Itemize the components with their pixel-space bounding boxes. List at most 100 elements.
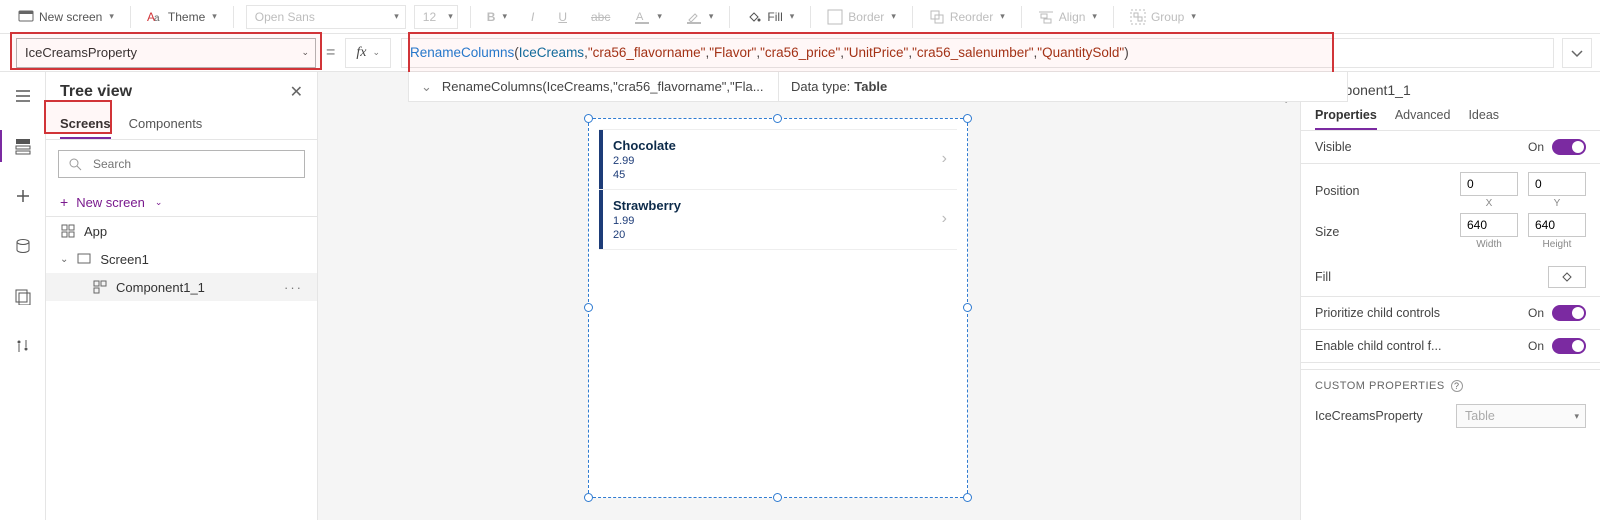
rail-hamburger[interactable] <box>9 82 37 110</box>
main-area: Tree view ✕ Screens Components + New scr… <box>0 72 1600 520</box>
theme-button[interactable]: Aa Theme ▾ <box>143 6 221 28</box>
gallery-row[interactable]: Strawberry 1.99 20 › <box>599 190 957 250</box>
tab-properties[interactable]: Properties <box>1315 102 1377 130</box>
tree-search[interactable] <box>58 150 305 178</box>
formula-input[interactable]: RenameColumns(IceCreams,"cra56_flavornam… <box>401 38 1554 68</box>
formula-hint-bar: ⌄ RenameColumns(IceCreams,"cra56_flavorn… <box>408 72 1348 102</box>
resize-handle[interactable] <box>773 114 782 123</box>
prop-prioritize-label: Prioritize child controls <box>1315 306 1440 320</box>
chevron-down-icon: ▾ <box>448 11 453 22</box>
canvas[interactable]: Chocolate 2.99 45 › Strawberry 1.99 20 ›… <box>318 72 1300 520</box>
chevron-right-icon[interactable]: › <box>942 150 947 168</box>
font-family-select[interactable]: Open Sans ▾ <box>246 5 406 29</box>
custom-prop-type-select[interactable]: Table ▾ <box>1456 404 1586 428</box>
theme-icon: Aa <box>147 9 163 25</box>
fill-swatch[interactable] <box>1548 266 1586 288</box>
resize-handle[interactable] <box>773 493 782 502</box>
strike-button[interactable]: abc <box>587 7 614 27</box>
tree-item-app[interactable]: App <box>46 217 317 245</box>
highlight-button[interactable]: ▾ <box>682 6 718 28</box>
rail-insert[interactable] <box>9 182 37 210</box>
more-icon[interactable]: ··· <box>284 280 303 295</box>
reorder-button[interactable]: Reorder ▾ <box>925 6 1009 28</box>
new-screen-label: New screen <box>76 195 145 210</box>
tree-item-screen1[interactable]: ⌄ Screen1 <box>46 245 317 273</box>
italic-button[interactable]: I <box>527 7 538 27</box>
font-family-value: Open Sans <box>255 10 315 24</box>
position-y-input[interactable] <box>1528 172 1586 196</box>
font-size-select[interactable]: 12 ▾ <box>414 5 458 29</box>
formula-expand-button[interactable] <box>1562 38 1592 68</box>
prop-enable-child-label: Enable child control f... <box>1315 339 1441 353</box>
prioritize-toggle[interactable] <box>1552 305 1586 321</box>
position-x-input[interactable] <box>1460 172 1518 196</box>
svg-text:a: a <box>154 13 160 24</box>
new-screen-button[interactable]: New screen ▾ <box>14 6 118 28</box>
border-button[interactable]: Border ▾ <box>823 6 900 28</box>
width-label: Width <box>1476 239 1502 250</box>
prop-position-label: Position <box>1315 184 1359 198</box>
chevron-down-icon: ▾ <box>1574 411 1579 422</box>
fx-label: fx <box>356 45 366 61</box>
tree-search-input[interactable] <box>91 156 296 172</box>
rail-advanced-tools[interactable] <box>9 332 37 360</box>
prop-fill-label: Fill <box>1315 270 1331 284</box>
gallery-row[interactable]: Chocolate 2.99 45 › <box>599 129 957 190</box>
screen-icon <box>76 251 92 267</box>
rail-tree-view[interactable] <box>9 132 37 160</box>
tab-components[interactable]: Components <box>129 110 203 139</box>
reorder-icon <box>929 9 945 25</box>
close-icon[interactable]: ✕ <box>290 82 303 102</box>
gallery-row-title: Strawberry <box>613 198 947 213</box>
custom-prop-name[interactable]: IceCreamsProperty <box>1315 409 1423 423</box>
left-rail <box>0 72 46 520</box>
prop-visible-label: Visible <box>1315 140 1352 154</box>
resize-handle[interactable] <box>584 493 593 502</box>
resize-handle[interactable] <box>963 493 972 502</box>
formula-hint-summary: RenameColumns(IceCreams,"cra56_flavornam… <box>442 79 764 94</box>
property-selector[interactable]: IceCreamsProperty ⌄ <box>16 38 316 68</box>
rail-media[interactable] <box>9 282 37 310</box>
bold-button[interactable]: B▾ <box>483 7 511 27</box>
resize-handle[interactable] <box>963 114 972 123</box>
resize-handle[interactable] <box>584 114 593 123</box>
on-label: On <box>1528 339 1544 353</box>
underline-button[interactable]: U <box>554 7 571 27</box>
properties-panel: Component1_1 Properties Advanced Ideas V… <box>1300 72 1600 520</box>
enable-child-toggle[interactable] <box>1552 338 1586 354</box>
align-button[interactable]: Align ▾ <box>1034 6 1101 28</box>
formula-bar-row: IceCreamsProperty ⌄ = fx ⌄ RenameColumns… <box>0 34 1600 72</box>
chevron-down-icon[interactable]: ⌄ <box>60 254 68 265</box>
visible-toggle[interactable] <box>1552 139 1586 155</box>
fill-bucket-icon <box>746 9 762 25</box>
border-label: Border <box>848 10 884 24</box>
group-button[interactable]: Group ▾ <box>1126 6 1200 28</box>
fill-button[interactable]: Fill ▾ <box>742 6 798 28</box>
resize-handle[interactable] <box>584 303 593 312</box>
tree-item-component1-1[interactable]: Component1_1 ··· <box>46 273 317 301</box>
chevron-down-icon[interactable]: ⌄ <box>421 79 432 95</box>
tab-advanced[interactable]: Advanced <box>1395 102 1451 130</box>
size-height-input[interactable] <box>1528 213 1586 237</box>
tab-screens[interactable]: Screens <box>60 110 111 139</box>
new-screen-link[interactable]: + New screen ⌄ <box>46 188 317 216</box>
tab-ideas[interactable]: Ideas <box>1468 102 1499 130</box>
height-label: Height <box>1543 239 1572 250</box>
gallery: Chocolate 2.99 45 › Strawberry 1.99 20 › <box>599 129 957 250</box>
resize-handle[interactable] <box>963 303 972 312</box>
size-width-input[interactable] <box>1460 213 1518 237</box>
info-icon[interactable]: ? <box>1451 380 1463 392</box>
search-icon <box>67 156 83 172</box>
font-color-button[interactable]: A ▾ <box>630 6 666 28</box>
chevron-down-icon: ⌄ <box>372 47 380 58</box>
fx-button[interactable]: fx ⌄ <box>345 38 391 68</box>
plus-icon: + <box>60 194 68 210</box>
rail-data[interactable] <box>9 232 37 260</box>
component-icon <box>92 279 108 295</box>
equals-label: = <box>326 44 335 62</box>
reorder-label: Reorder <box>950 10 993 24</box>
component-on-canvas[interactable]: Chocolate 2.99 45 › Strawberry 1.99 20 › <box>588 118 968 498</box>
gallery-row-title: Chocolate <box>613 138 947 153</box>
font-size-value: 12 <box>423 10 436 24</box>
chevron-right-icon[interactable]: › <box>942 210 947 228</box>
